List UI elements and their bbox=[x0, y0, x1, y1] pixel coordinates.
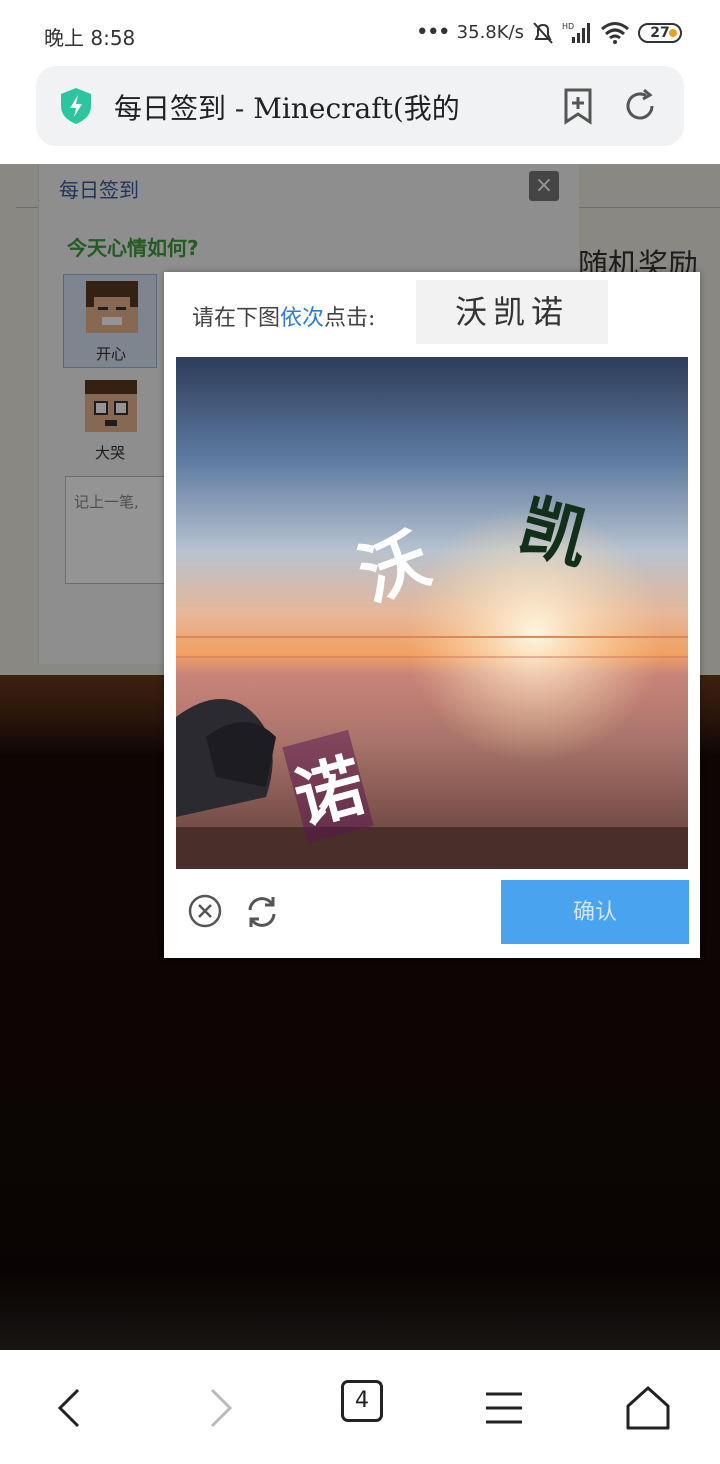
back-icon[interactable] bbox=[40, 1378, 100, 1438]
refresh-icon[interactable] bbox=[244, 894, 280, 930]
close-icon[interactable] bbox=[188, 894, 222, 928]
home-icon[interactable] bbox=[618, 1378, 678, 1438]
captcha-prompt: 请在下图依次点击: bbox=[192, 300, 375, 332]
captcha-image[interactable]: 沃 凯 诺 bbox=[176, 357, 688, 869]
net-speed: 35.8K/s bbox=[456, 22, 524, 43]
mute-bell-icon bbox=[533, 21, 553, 44]
prompt-prefix: 请在下图 bbox=[192, 306, 281, 331]
signal-icon: HD bbox=[562, 22, 590, 43]
menu-icon[interactable] bbox=[474, 1378, 534, 1438]
status-icons: ••• 35.8K/s HD 27 bbox=[416, 20, 682, 45]
more-dots-icon: ••• bbox=[415, 20, 451, 45]
battery-level: 27 bbox=[650, 24, 670, 41]
page-title[interactable]: 每日签到 - Minecraft(我的 bbox=[114, 87, 504, 127]
address-bar[interactable]: 每日签到 - Minecraft(我的 bbox=[36, 66, 684, 146]
status-time: 晚上 8:58 bbox=[44, 26, 136, 50]
bookmark-add-icon[interactable] bbox=[558, 86, 598, 126]
reload-icon[interactable] bbox=[620, 86, 660, 126]
prompt-highlight: 依次 bbox=[280, 306, 325, 331]
battery-icon: 27 bbox=[638, 22, 682, 43]
tabs-button[interactable]: 4 bbox=[341, 1380, 383, 1422]
captcha-target-chars: 沃凯诺 bbox=[416, 280, 608, 344]
captcha-dialog: 请在下图依次点击: 沃凯诺 沃 凯 诺 确认 bbox=[164, 272, 700, 958]
shield-icon bbox=[61, 88, 91, 124]
wifi-icon bbox=[601, 21, 629, 44]
confirm-button[interactable]: 确认 bbox=[501, 880, 689, 944]
prompt-suffix: 点击: bbox=[324, 306, 376, 331]
forward-icon[interactable] bbox=[190, 1378, 250, 1438]
svg-text:HD: HD bbox=[562, 22, 574, 31]
status-bar: 晚上 8:58 ••• 35.8K/s HD 27 bbox=[0, 0, 720, 66]
captcha-background bbox=[176, 357, 688, 869]
